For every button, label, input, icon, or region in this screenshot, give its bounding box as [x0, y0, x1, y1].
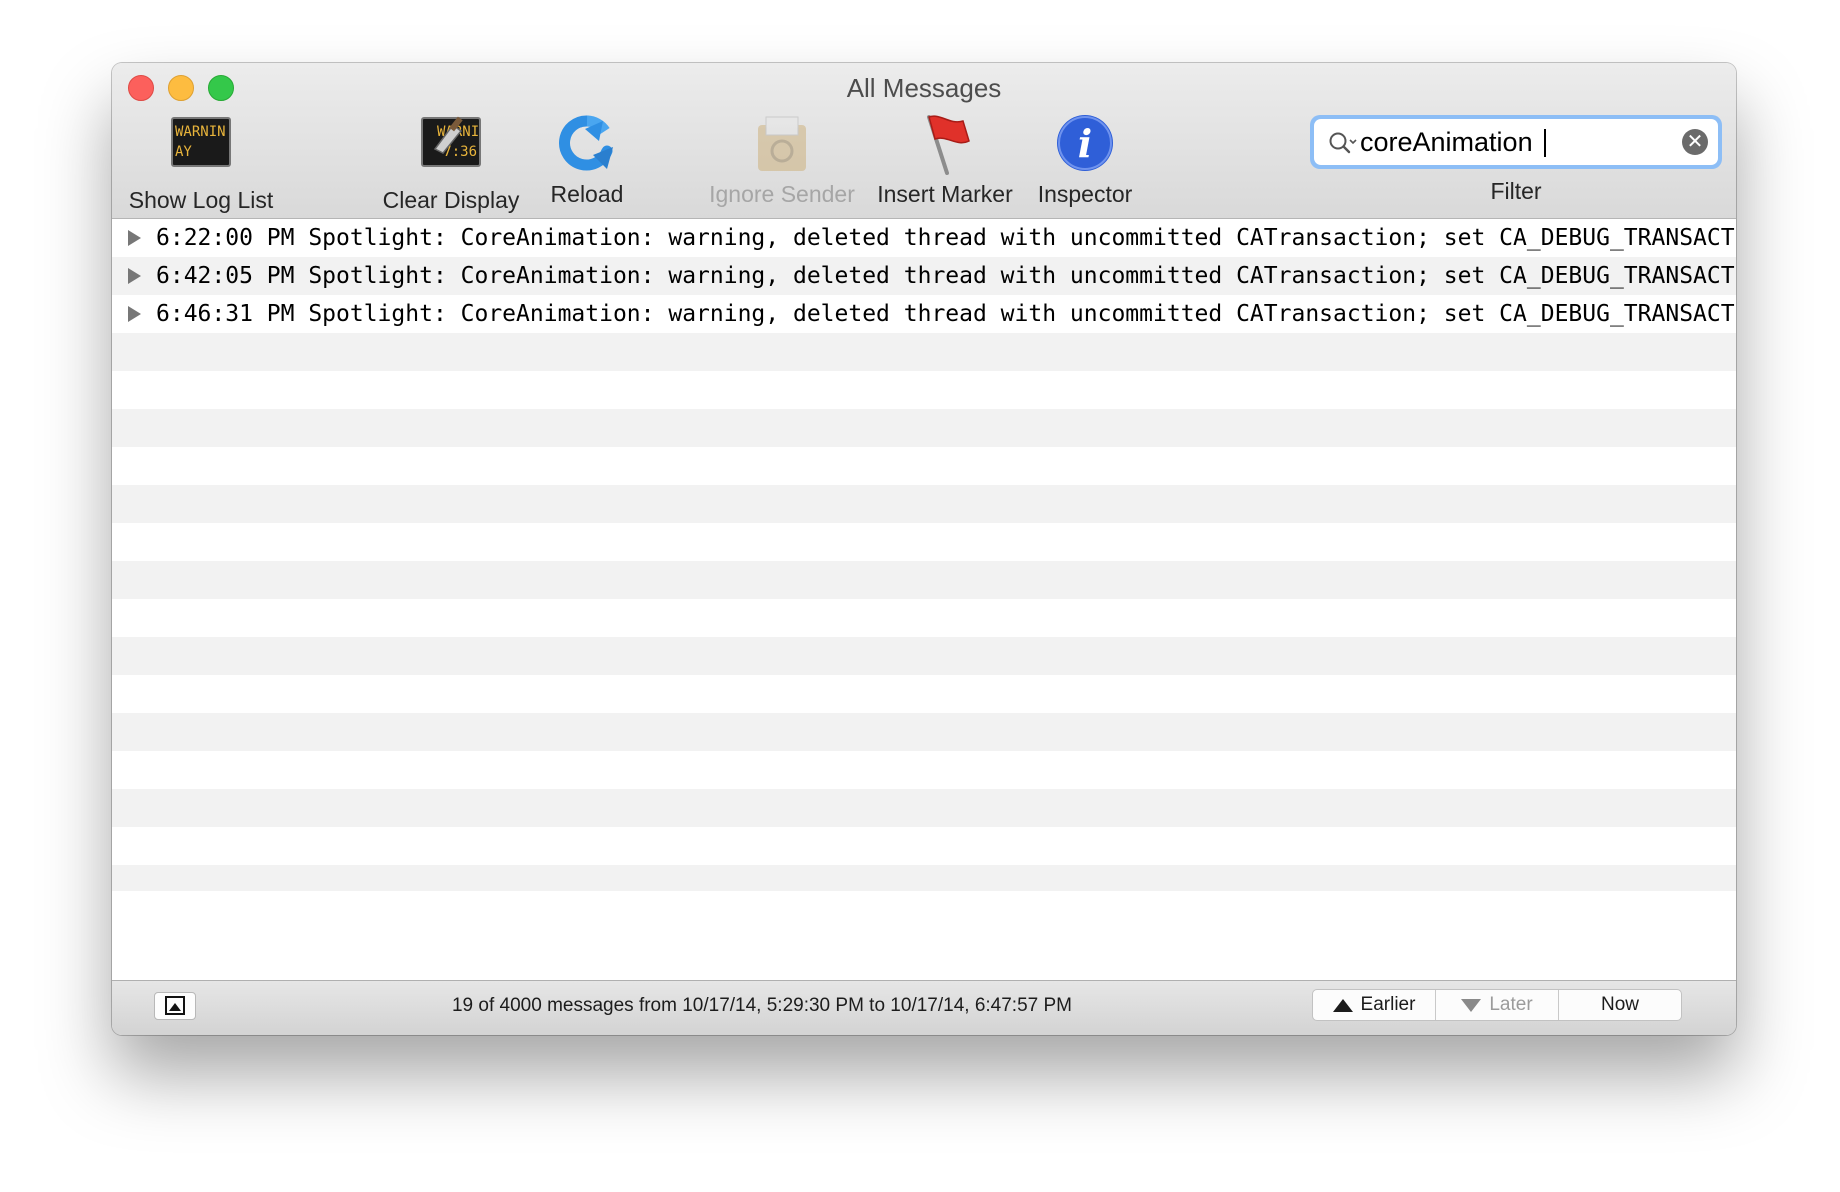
inspector-button[interactable]: i Inspector: [1030, 111, 1140, 208]
search-icon[interactable]: [1328, 131, 1358, 157]
reload-label: Reload: [550, 181, 624, 207]
text-caret: [1544, 129, 1546, 157]
empty-row: [112, 751, 1736, 789]
reload-button[interactable]: Reload: [532, 111, 642, 208]
empty-row: [112, 333, 1736, 371]
ignore-sender-button[interactable]: Ignore Sender: [702, 111, 862, 208]
empty-row: [112, 485, 1736, 523]
red-flag-icon: [913, 111, 977, 175]
search-input[interactable]: [1360, 123, 1660, 161]
ignore-sender-label: Ignore Sender: [709, 181, 855, 207]
empty-row: [112, 409, 1736, 447]
ignore-sender-icon: [750, 111, 814, 175]
sidebar-toggle-icon: [165, 996, 185, 1015]
later-button[interactable]: Later: [1436, 990, 1559, 1020]
message-list[interactable]: 6:22:00 PM Spotlight: CoreAnimation: war…: [112, 219, 1736, 891]
clear-display-label: Clear Display: [382, 187, 520, 213]
now-label: Now: [1600, 994, 1639, 1015]
empty-row: [112, 827, 1736, 865]
disclosure-triangle-icon[interactable]: [128, 306, 141, 322]
filter-label: Filter: [1490, 178, 1542, 204]
clear-display-button[interactable]: WARNIN 7:36 Clear Display: [376, 111, 526, 214]
disclosure-triangle-icon[interactable]: [128, 230, 141, 246]
console-log-icon: WARNIN AY 7:36: [169, 117, 233, 181]
empty-row: [112, 561, 1736, 599]
filter-search-field[interactable]: ✕: [1310, 115, 1722, 169]
down-arrow-icon: [1461, 998, 1482, 1012]
empty-row: [112, 523, 1736, 561]
clear-console-icon: WARNIN 7:36: [419, 116, 483, 181]
show-log-list-button[interactable]: WARNIN AY 7:36 Show Log List: [126, 111, 276, 214]
insert-marker-label: Insert Marker: [877, 181, 1013, 207]
time-navigation-control: Earlier Later Now: [1312, 989, 1682, 1021]
up-arrow-icon: [1332, 998, 1353, 1012]
empty-row: [112, 599, 1736, 637]
now-button[interactable]: Now: [1559, 990, 1681, 1020]
clear-search-icon[interactable]: ✕: [1682, 129, 1708, 155]
console-window: All Messages WARNIN AY 7:36 Show Log Lis…: [112, 63, 1736, 1035]
later-label: Later: [1489, 994, 1533, 1015]
empty-row: [112, 865, 1736, 891]
message-row[interactable]: 6:22:00 PM Spotlight: CoreAnimation: war…: [112, 219, 1736, 257]
empty-row: [112, 789, 1736, 827]
empty-row: [112, 675, 1736, 713]
empty-row: [112, 447, 1736, 485]
toggle-sidebar-button[interactable]: [154, 992, 196, 1020]
empty-row: [112, 637, 1736, 675]
svg-text:i: i: [1078, 121, 1092, 166]
status-bar: 19 of 4000 messages from 10/17/14, 5:29:…: [112, 980, 1736, 1035]
earlier-button[interactable]: Earlier: [1313, 990, 1436, 1020]
earlier-label: Earlier: [1360, 994, 1416, 1015]
insert-marker-button[interactable]: Insert Marker: [870, 111, 1020, 208]
info-icon: i: [1053, 111, 1117, 175]
empty-row: [112, 713, 1736, 751]
titlebar: All Messages WARNIN AY 7:36 Show Log Lis…: [112, 63, 1736, 219]
message-count-status: 19 of 4000 messages from 10/17/14, 5:29:…: [451, 995, 1072, 1016]
window-title: All Messages: [846, 73, 1002, 103]
message-row[interactable]: 6:42:05 PM Spotlight: CoreAnimation: war…: [112, 257, 1736, 295]
empty-row: [112, 371, 1736, 409]
message-row[interactable]: 6:46:31 PM Spotlight: CoreAnimation: war…: [112, 295, 1736, 333]
disclosure-triangle-icon[interactable]: [128, 268, 141, 284]
reload-icon: [555, 111, 619, 175]
inspector-label: Inspector: [1037, 181, 1133, 207]
message-text: 6:46:31 PM Spotlight: CoreAnimation: war…: [156, 301, 1736, 327]
show-log-list-label: Show Log List: [128, 187, 274, 213]
message-text: 6:22:00 PM Spotlight: CoreAnimation: war…: [156, 225, 1736, 251]
message-text: 6:42:05 PM Spotlight: CoreAnimation: war…: [156, 263, 1736, 289]
